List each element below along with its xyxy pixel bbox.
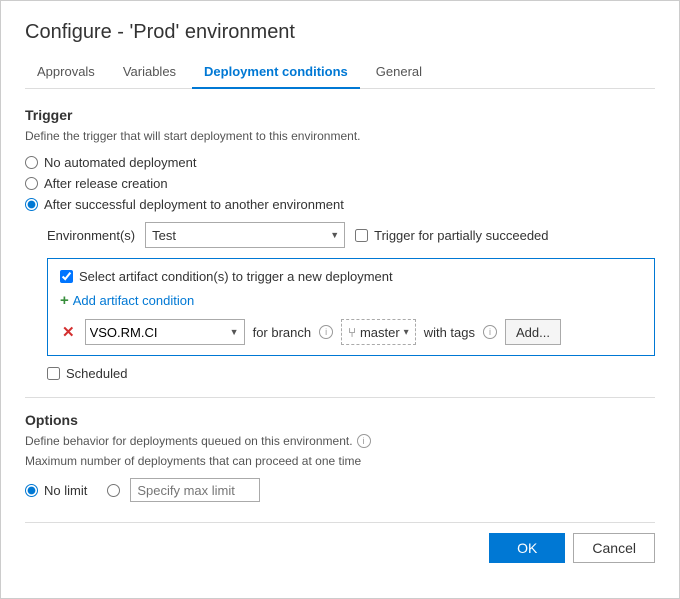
radio-no-auto-label[interactable]: No automated deployment [25, 155, 655, 170]
add-condition-label: Add artifact condition [73, 293, 194, 308]
specify-max-radio[interactable] [107, 484, 120, 497]
radio-after-release-label[interactable]: After release creation [25, 176, 655, 191]
tab-variables[interactable]: Variables [111, 58, 188, 88]
radio-after-release[interactable] [25, 177, 38, 190]
add-condition-row[interactable]: + Add artifact condition [60, 292, 642, 309]
dialog-title: Configure - 'Prod' environment [25, 21, 655, 44]
env-label: Environment(s) [47, 228, 135, 243]
options-info-icon[interactable]: i [357, 434, 371, 448]
branch-info-icon[interactable]: i [319, 325, 333, 339]
options-description-text: Define behavior for deployments queued o… [25, 434, 353, 448]
artifact-conditions-box: Select artifact condition(s) to trigger … [47, 258, 655, 356]
ok-button[interactable]: OK [489, 533, 565, 563]
radio-after-success-label[interactable]: After successful deployment to another e… [25, 197, 655, 212]
environment-row: Environment(s) Test Dev Staging ▼ Trigge… [47, 222, 655, 248]
configure-dialog: Configure - 'Prod' environment Approvals… [0, 0, 680, 599]
options-max-label: Maximum number of deployments that can p… [25, 454, 655, 468]
branch-chevron-icon: ▾ [404, 327, 409, 338]
tab-general[interactable]: General [364, 58, 434, 88]
select-artifact-checkbox[interactable] [60, 270, 73, 283]
radio-no-auto-text: No automated deployment [44, 155, 196, 170]
env-select-wrapper: Test Dev Staging ▼ [145, 222, 345, 248]
trigger-partial-checkbox[interactable] [355, 229, 368, 242]
no-limit-radio[interactable] [25, 484, 38, 497]
options-description: Define behavior for deployments queued o… [25, 434, 655, 448]
limit-row: No limit [25, 478, 655, 502]
scheduled-checkbox[interactable] [47, 367, 60, 380]
scheduled-row: Scheduled [47, 366, 655, 381]
artifact-select-wrapper: VSO.RM.CI ▼ [85, 319, 245, 345]
remove-condition-button[interactable]: ✕ [60, 323, 77, 341]
trigger-partial-label[interactable]: Trigger for partially succeeded [355, 228, 548, 243]
branch-name-text: master [360, 325, 400, 340]
branch-dropdown[interactable]: ⑂ master ▾ [341, 319, 416, 345]
tab-bar: Approvals Variables Deployment condition… [25, 58, 655, 89]
no-limit-label[interactable]: No limit [25, 483, 87, 498]
env-select[interactable]: Test Dev Staging [145, 222, 345, 248]
for-branch-label: for branch [253, 325, 312, 340]
trigger-partial-text: Trigger for partially succeeded [374, 228, 548, 243]
condition-row: ✕ VSO.RM.CI ▼ for branch i ⑂ master ▾ wi… [60, 319, 642, 345]
section-divider [25, 397, 655, 398]
specify-max-input[interactable] [130, 478, 260, 502]
specify-max-label[interactable] [107, 478, 260, 502]
scheduled-label: Scheduled [66, 366, 127, 381]
trigger-radio-group: No automated deployment After release cr… [25, 155, 655, 212]
trigger-title: Trigger [25, 107, 655, 123]
options-title: Options [25, 412, 655, 428]
add-tag-button[interactable]: Add... [505, 319, 561, 345]
radio-after-release-text: After release creation [44, 176, 168, 191]
trigger-description: Define the trigger that will start deplo… [25, 129, 655, 143]
dialog-footer: OK Cancel [25, 522, 655, 563]
radio-after-success-text: After successful deployment to another e… [44, 197, 344, 212]
radio-after-success[interactable] [25, 198, 38, 211]
no-limit-text: No limit [44, 483, 87, 498]
with-tags-label: with tags [424, 325, 475, 340]
artifact-select[interactable]: VSO.RM.CI [85, 319, 245, 345]
git-branch-icon: ⑂ [348, 325, 356, 340]
plus-icon: + [60, 292, 69, 309]
artifact-header: Select artifact condition(s) to trigger … [60, 269, 642, 284]
select-artifact-text: Select artifact condition(s) to trigger … [79, 269, 393, 284]
trigger-section: Trigger Define the trigger that will sta… [25, 107, 655, 381]
radio-no-auto[interactable] [25, 156, 38, 169]
options-section: Options Define behavior for deployments … [25, 412, 655, 502]
cancel-button[interactable]: Cancel [573, 533, 655, 563]
tags-info-icon[interactable]: i [483, 325, 497, 339]
tab-approvals[interactable]: Approvals [25, 58, 107, 88]
tab-deployment-conditions[interactable]: Deployment conditions [192, 58, 360, 89]
